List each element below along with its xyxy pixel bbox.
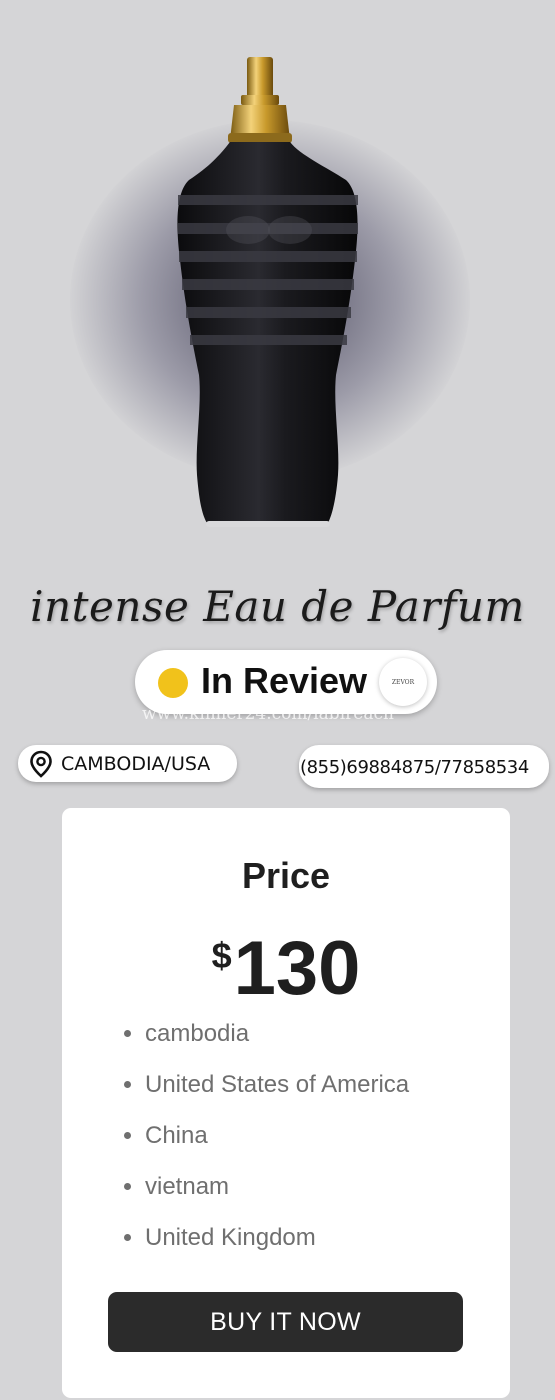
- list-item: cambodia: [145, 1016, 409, 1067]
- country-list: cambodia United States of America China …: [122, 1016, 409, 1271]
- price-currency: $: [211, 935, 232, 976]
- list-item: United States of America: [145, 1067, 409, 1118]
- map-pin-icon: [30, 750, 52, 778]
- buy-it-now-button[interactable]: BUY IT NOW: [108, 1292, 463, 1352]
- phone-pill[interactable]: (855)69884875/77858534: [299, 745, 549, 788]
- brand-badge: ZEVOR: [379, 658, 427, 706]
- price-card: Price $130 cambodia United States of Ame…: [62, 808, 510, 1398]
- product-title: intense Eau de Parfum: [30, 582, 525, 631]
- location-label: CAMBODIA/USA: [61, 753, 211, 775]
- list-item: China: [145, 1118, 409, 1169]
- watermark: www.khmer24.com/labireach: [142, 704, 394, 724]
- status-label: In Review: [201, 660, 368, 701]
- product-hero: [0, 0, 555, 560]
- status-dot-icon: [158, 668, 188, 698]
- price-amount: 130: [233, 926, 361, 1011]
- list-item: vietnam: [145, 1169, 409, 1220]
- price-value: $130: [62, 913, 510, 1012]
- phone-number: (855)69884875/77858534: [300, 757, 529, 778]
- location-pill[interactable]: CAMBODIA/USA: [18, 745, 237, 782]
- list-item: United Kingdom: [145, 1220, 409, 1271]
- price-heading: Price: [241, 855, 331, 896]
- perfume-bottle-image: [177, 57, 358, 527]
